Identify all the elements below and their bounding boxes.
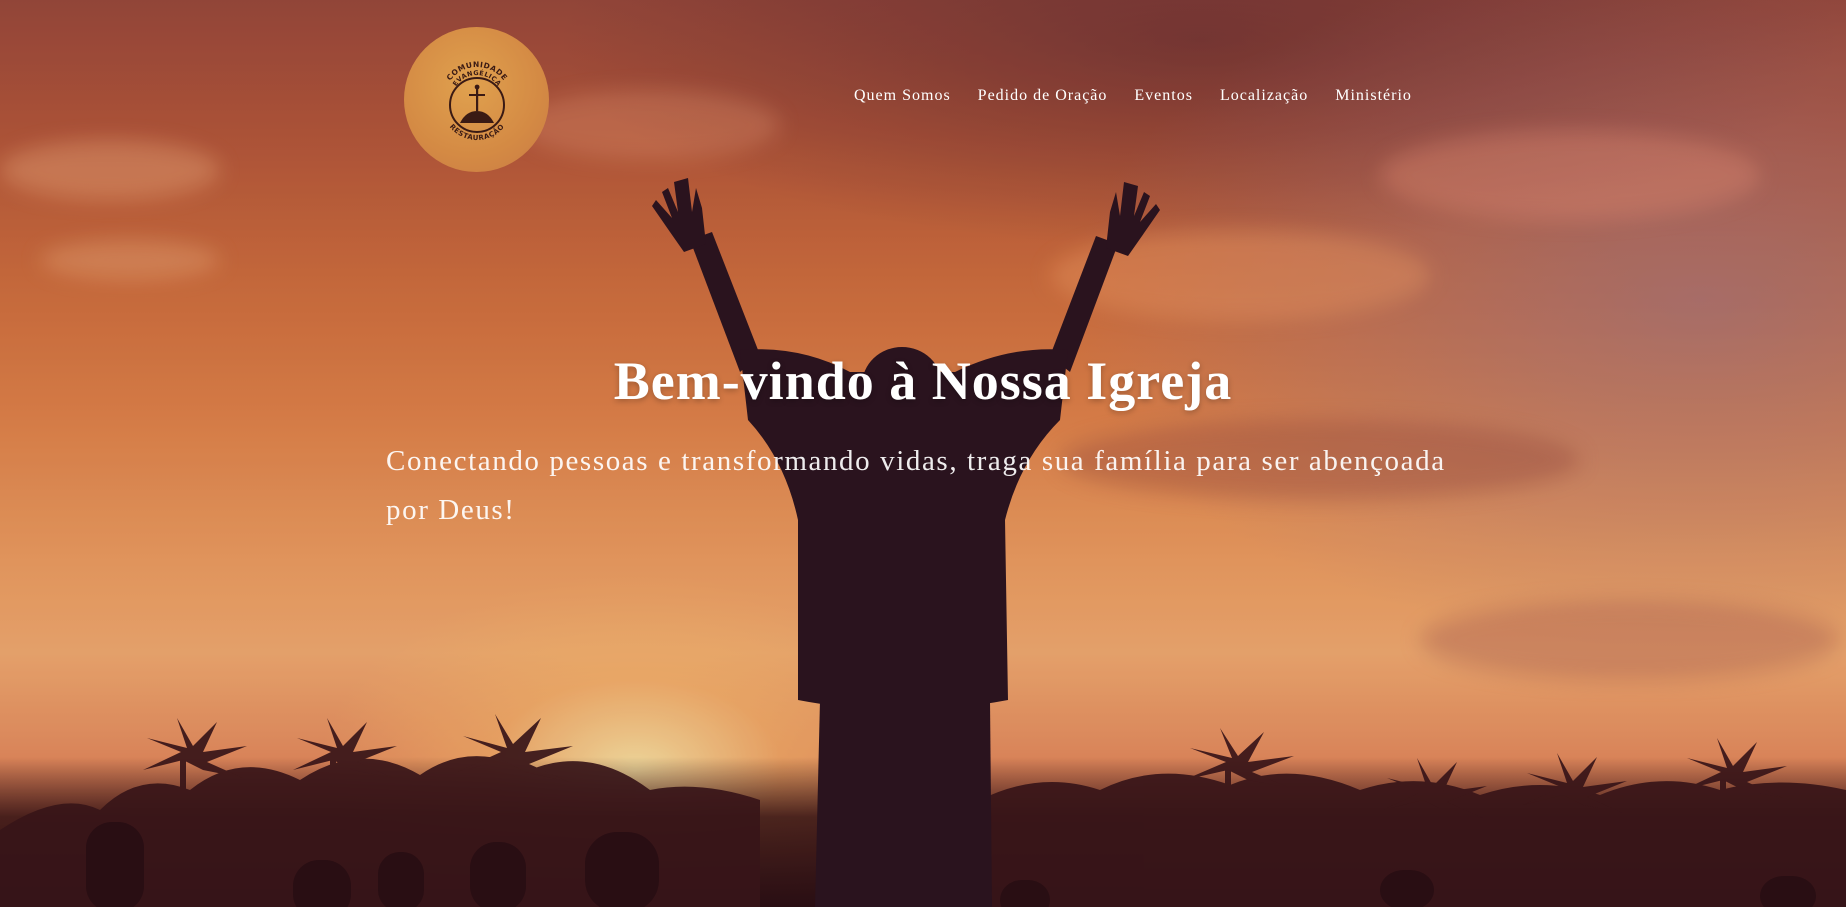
hero-title: Bem-vindo à Nossa Igreja [613, 351, 1233, 411]
nav-link-localizacao[interactable]: Localização [1220, 87, 1308, 105]
nav-link-ministerio[interactable]: Ministério [1335, 87, 1412, 105]
hero-section: COMUNIDADE EVANGÉLICA RESTAURAÇÃO Quem S… [0, 0, 1846, 907]
hero-subtitle: Conectando pessoas e transformando vidas… [386, 445, 1446, 526]
church-logo[interactable]: COMUNIDADE EVANGÉLICA RESTAURAÇÃO [404, 27, 549, 172]
church-emblem-icon: COMUNIDADE EVANGÉLICA RESTAURAÇÃO [444, 59, 508, 141]
nav-link-quem-somos[interactable]: Quem Somos [854, 87, 951, 105]
nav-link-eventos[interactable]: Eventos [1134, 87, 1193, 105]
nav-link-pedido-de-oracao[interactable]: Pedido de Oração [978, 87, 1108, 105]
main-nav: Quem Somos Pedido de Oração Eventos Loca… [854, 87, 1412, 105]
